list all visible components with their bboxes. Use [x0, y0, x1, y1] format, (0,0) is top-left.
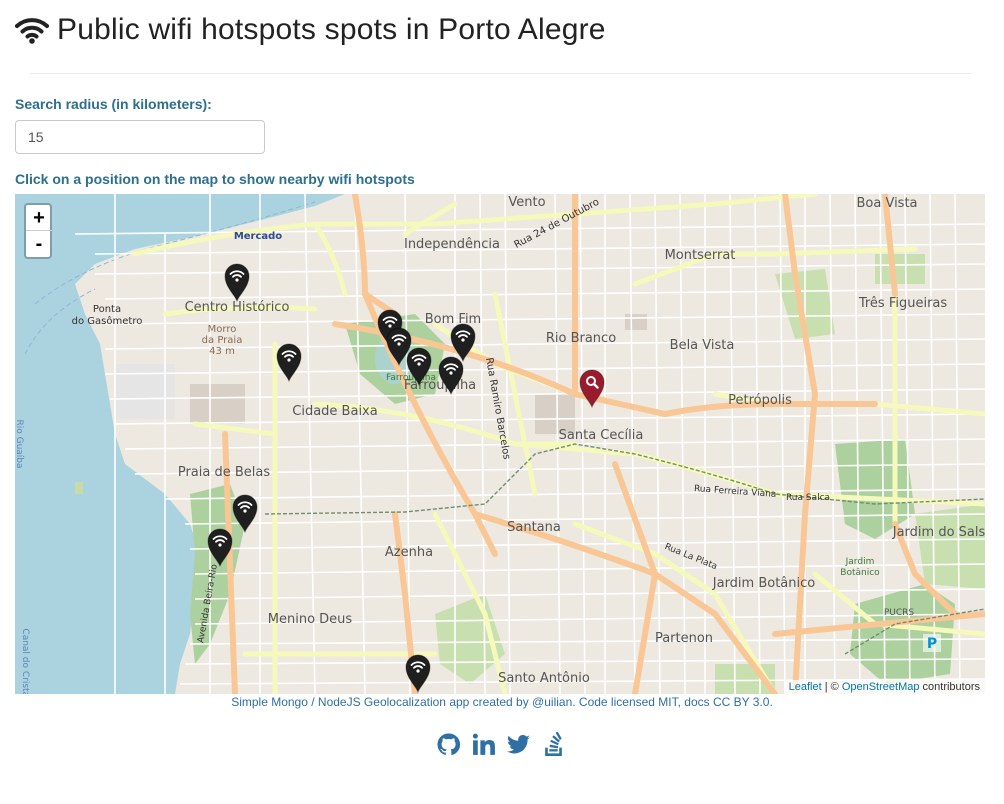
wifi-marker-icon[interactable]	[404, 346, 434, 386]
map-tiles[interactable]: Mercado Ponta do Gasômetro Centro Histór…	[15, 194, 985, 694]
label-mercado: Mercado	[234, 231, 282, 242]
label-cidadebaixa: Cidade Baixa	[292, 404, 377, 419]
attribution-separator: | ©	[821, 681, 842, 693]
label-azenha: Azenha	[385, 545, 433, 560]
label-gasometro: do Gasômetro	[72, 315, 143, 327]
label-boavista: Boa Vista	[856, 196, 917, 211]
label-jardimbot: Jardim Botânico	[712, 576, 816, 591]
label-vento: Vento	[508, 195, 545, 210]
label-morro-alt: 43 m	[209, 346, 235, 357]
social-links	[436, 731, 566, 757]
wifi-marker-icon[interactable]	[205, 527, 235, 567]
label-salca: Rua Salca	[786, 493, 830, 503]
label-santana: Santana	[507, 520, 561, 535]
map-attribution: Leaflet | © OpenStreetMap contributors	[783, 680, 985, 694]
label-independencia: Independência	[404, 237, 500, 252]
page-title: Public wifi hotspots spots in Porto Aleg…	[57, 13, 606, 46]
label-santoantonio: Santo Antônio	[498, 671, 590, 686]
map-instruction: Click on a position on the map to show n…	[15, 171, 415, 187]
label-belavista: Bela Vista	[670, 338, 735, 353]
search-location-marker-icon[interactable]	[577, 368, 607, 408]
label-menino: Menino Deus	[268, 612, 353, 627]
radius-label: Search radius (in kilometers):	[15, 96, 212, 112]
linkedin-icon[interactable]	[471, 732, 496, 757]
label-pucrs: PUCRS	[884, 608, 915, 618]
zoom-control: + -	[24, 203, 52, 259]
leaflet-link[interactable]: Leaflet	[789, 681, 822, 693]
label-canal: Canal do Cristal	[20, 628, 30, 694]
label-riobranco: Rio Branco	[546, 331, 616, 346]
osm-link[interactable]: OpenStreetMap	[842, 681, 920, 693]
label-guaiba: Rio Guaíba	[15, 419, 24, 468]
label-ponta: Ponta	[93, 304, 121, 315]
wifi-marker-icon[interactable]	[222, 262, 252, 302]
footer-credits: Simple Mongo / NodeJS Geolocalization ap…	[231, 695, 773, 709]
stackoverflow-icon[interactable]	[541, 731, 566, 757]
github-icon[interactable]	[436, 732, 461, 757]
label-jardimbot-park: Jardim	[845, 557, 875, 567]
map[interactable]: Mercado Ponta do Gasômetro Centro Histór…	[15, 194, 985, 694]
label-santacecilia: Santa Cecília	[559, 428, 644, 443]
zoom-out-button[interactable]: -	[26, 231, 52, 257]
label-tres: Três Figueiras	[858, 296, 948, 311]
attribution-suffix: contributors	[919, 681, 980, 693]
label-jardimbot-park2: Botânico	[840, 568, 880, 578]
label-montserrat: Montserrat	[665, 248, 736, 263]
page-header: Public wifi hotspots spots in Porto Aleg…	[15, 10, 606, 50]
wifi-icon	[15, 18, 49, 44]
radius-input[interactable]	[15, 120, 265, 154]
zoom-in-button[interactable]: +	[26, 205, 52, 231]
label-partenon: Partenon	[655, 631, 713, 646]
twitter-icon[interactable]	[506, 732, 531, 757]
label-morro: Morro	[208, 324, 237, 335]
header-divider	[30, 73, 971, 74]
label-petropolis: Petrópolis	[728, 393, 792, 408]
parking-icon: P	[927, 636, 937, 652]
label-centro: Centro Histórico	[185, 300, 290, 315]
label-morro-praia: da Praia	[202, 335, 243, 346]
wifi-marker-icon[interactable]	[436, 355, 466, 395]
label-jardimsal: Jardim do Salso	[892, 525, 985, 540]
wifi-marker-icon[interactable]	[274, 342, 304, 382]
wifi-marker-icon[interactable]	[403, 653, 433, 693]
label-praiadebelas: Praia de Belas	[178, 465, 271, 480]
